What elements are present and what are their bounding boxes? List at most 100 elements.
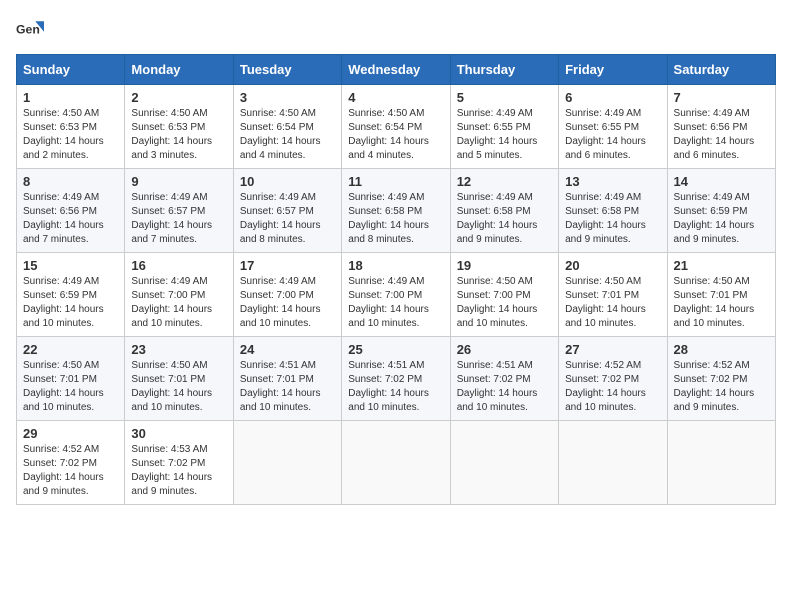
calendar-week-row: 8 Sunrise: 4:49 AM Sunset: 6:56 PM Dayli… <box>17 169 776 253</box>
day-number: 14 <box>674 174 769 189</box>
day-number: 5 <box>457 90 552 105</box>
day-cell-30: 30 Sunrise: 4:53 AM Sunset: 7:02 PM Dayl… <box>125 421 233 505</box>
calendar-header-row: SundayMondayTuesdayWednesdayThursdayFrid… <box>17 55 776 85</box>
day-number: 4 <box>348 90 443 105</box>
day-number: 22 <box>23 342 118 357</box>
day-info: Sunrise: 4:50 AM Sunset: 6:53 PM Dayligh… <box>23 107 118 163</box>
day-cell-10: 10 Sunrise: 4:49 AM Sunset: 6:57 PM Dayl… <box>233 169 341 253</box>
day-info: Sunrise: 4:49 AM Sunset: 6:58 PM Dayligh… <box>348 191 443 247</box>
logo-icon: Gen <box>16 16 44 44</box>
day-info: Sunrise: 4:49 AM Sunset: 6:57 PM Dayligh… <box>240 191 335 247</box>
day-cell-26: 26 Sunrise: 4:51 AM Sunset: 7:02 PM Dayl… <box>450 337 558 421</box>
day-cell-6: 6 Sunrise: 4:49 AM Sunset: 6:55 PM Dayli… <box>559 85 667 169</box>
day-number: 18 <box>348 258 443 273</box>
day-number: 2 <box>131 90 226 105</box>
day-info: Sunrise: 4:52 AM Sunset: 7:02 PM Dayligh… <box>674 359 769 415</box>
day-cell-29: 29 Sunrise: 4:52 AM Sunset: 7:02 PM Dayl… <box>17 421 125 505</box>
day-number: 30 <box>131 426 226 441</box>
day-cell-22: 22 Sunrise: 4:50 AM Sunset: 7:01 PM Dayl… <box>17 337 125 421</box>
svg-text:Gen: Gen <box>16 23 40 37</box>
day-cell-13: 13 Sunrise: 4:49 AM Sunset: 6:58 PM Dayl… <box>559 169 667 253</box>
day-info: Sunrise: 4:50 AM Sunset: 7:01 PM Dayligh… <box>565 275 660 331</box>
empty-cell <box>559 421 667 505</box>
page-header: Gen <box>16 16 776 44</box>
day-number: 21 <box>674 258 769 273</box>
day-cell-16: 16 Sunrise: 4:49 AM Sunset: 7:00 PM Dayl… <box>125 253 233 337</box>
empty-cell <box>233 421 341 505</box>
day-info: Sunrise: 4:49 AM Sunset: 6:56 PM Dayligh… <box>23 191 118 247</box>
day-number: 1 <box>23 90 118 105</box>
day-cell-21: 21 Sunrise: 4:50 AM Sunset: 7:01 PM Dayl… <box>667 253 775 337</box>
calendar-table: SundayMondayTuesdayWednesdayThursdayFrid… <box>16 54 776 505</box>
day-cell-3: 3 Sunrise: 4:50 AM Sunset: 6:54 PM Dayli… <box>233 85 341 169</box>
header-friday: Friday <box>559 55 667 85</box>
day-number: 29 <box>23 426 118 441</box>
day-info: Sunrise: 4:49 AM Sunset: 6:56 PM Dayligh… <box>674 107 769 163</box>
day-number: 7 <box>674 90 769 105</box>
day-info: Sunrise: 4:50 AM Sunset: 7:00 PM Dayligh… <box>457 275 552 331</box>
day-cell-20: 20 Sunrise: 4:50 AM Sunset: 7:01 PM Dayl… <box>559 253 667 337</box>
day-number: 28 <box>674 342 769 357</box>
day-cell-12: 12 Sunrise: 4:49 AM Sunset: 6:58 PM Dayl… <box>450 169 558 253</box>
day-cell-9: 9 Sunrise: 4:49 AM Sunset: 6:57 PM Dayli… <box>125 169 233 253</box>
day-cell-17: 17 Sunrise: 4:49 AM Sunset: 7:00 PM Dayl… <box>233 253 341 337</box>
day-info: Sunrise: 4:49 AM Sunset: 6:55 PM Dayligh… <box>565 107 660 163</box>
header-monday: Monday <box>125 55 233 85</box>
day-cell-5: 5 Sunrise: 4:49 AM Sunset: 6:55 PM Dayli… <box>450 85 558 169</box>
day-cell-19: 19 Sunrise: 4:50 AM Sunset: 7:00 PM Dayl… <box>450 253 558 337</box>
empty-cell <box>667 421 775 505</box>
day-number: 24 <box>240 342 335 357</box>
day-info: Sunrise: 4:49 AM Sunset: 6:57 PM Dayligh… <box>131 191 226 247</box>
day-info: Sunrise: 4:49 AM Sunset: 6:59 PM Dayligh… <box>674 191 769 247</box>
day-cell-28: 28 Sunrise: 4:52 AM Sunset: 7:02 PM Dayl… <box>667 337 775 421</box>
empty-cell <box>342 421 450 505</box>
day-cell-1: 1 Sunrise: 4:50 AM Sunset: 6:53 PM Dayli… <box>17 85 125 169</box>
logo: Gen <box>16 16 48 44</box>
header-sunday: Sunday <box>17 55 125 85</box>
empty-cell <box>450 421 558 505</box>
day-info: Sunrise: 4:50 AM Sunset: 6:54 PM Dayligh… <box>348 107 443 163</box>
day-number: 17 <box>240 258 335 273</box>
day-number: 19 <box>457 258 552 273</box>
day-number: 10 <box>240 174 335 189</box>
day-info: Sunrise: 4:50 AM Sunset: 7:01 PM Dayligh… <box>131 359 226 415</box>
day-info: Sunrise: 4:50 AM Sunset: 6:53 PM Dayligh… <box>131 107 226 163</box>
day-info: Sunrise: 4:51 AM Sunset: 7:02 PM Dayligh… <box>348 359 443 415</box>
day-cell-25: 25 Sunrise: 4:51 AM Sunset: 7:02 PM Dayl… <box>342 337 450 421</box>
day-info: Sunrise: 4:49 AM Sunset: 6:58 PM Dayligh… <box>457 191 552 247</box>
day-number: 27 <box>565 342 660 357</box>
day-info: Sunrise: 4:49 AM Sunset: 6:58 PM Dayligh… <box>565 191 660 247</box>
day-cell-7: 7 Sunrise: 4:49 AM Sunset: 6:56 PM Dayli… <box>667 85 775 169</box>
day-number: 25 <box>348 342 443 357</box>
day-cell-24: 24 Sunrise: 4:51 AM Sunset: 7:01 PM Dayl… <box>233 337 341 421</box>
day-cell-23: 23 Sunrise: 4:50 AM Sunset: 7:01 PM Dayl… <box>125 337 233 421</box>
day-number: 3 <box>240 90 335 105</box>
day-cell-8: 8 Sunrise: 4:49 AM Sunset: 6:56 PM Dayli… <box>17 169 125 253</box>
day-cell-27: 27 Sunrise: 4:52 AM Sunset: 7:02 PM Dayl… <box>559 337 667 421</box>
calendar-week-row: 15 Sunrise: 4:49 AM Sunset: 6:59 PM Dayl… <box>17 253 776 337</box>
day-info: Sunrise: 4:53 AM Sunset: 7:02 PM Dayligh… <box>131 443 226 499</box>
day-cell-15: 15 Sunrise: 4:49 AM Sunset: 6:59 PM Dayl… <box>17 253 125 337</box>
day-info: Sunrise: 4:52 AM Sunset: 7:02 PM Dayligh… <box>565 359 660 415</box>
day-number: 26 <box>457 342 552 357</box>
day-info: Sunrise: 4:50 AM Sunset: 6:54 PM Dayligh… <box>240 107 335 163</box>
day-info: Sunrise: 4:50 AM Sunset: 7:01 PM Dayligh… <box>23 359 118 415</box>
header-tuesday: Tuesday <box>233 55 341 85</box>
day-number: 16 <box>131 258 226 273</box>
day-info: Sunrise: 4:51 AM Sunset: 7:01 PM Dayligh… <box>240 359 335 415</box>
day-number: 6 <box>565 90 660 105</box>
header-saturday: Saturday <box>667 55 775 85</box>
header-thursday: Thursday <box>450 55 558 85</box>
calendar-week-row: 29 Sunrise: 4:52 AM Sunset: 7:02 PM Dayl… <box>17 421 776 505</box>
day-info: Sunrise: 4:49 AM Sunset: 7:00 PM Dayligh… <box>348 275 443 331</box>
day-cell-18: 18 Sunrise: 4:49 AM Sunset: 7:00 PM Dayl… <box>342 253 450 337</box>
day-info: Sunrise: 4:51 AM Sunset: 7:02 PM Dayligh… <box>457 359 552 415</box>
day-number: 12 <box>457 174 552 189</box>
day-info: Sunrise: 4:52 AM Sunset: 7:02 PM Dayligh… <box>23 443 118 499</box>
day-info: Sunrise: 4:50 AM Sunset: 7:01 PM Dayligh… <box>674 275 769 331</box>
day-number: 9 <box>131 174 226 189</box>
day-info: Sunrise: 4:49 AM Sunset: 6:55 PM Dayligh… <box>457 107 552 163</box>
day-number: 11 <box>348 174 443 189</box>
calendar-week-row: 1 Sunrise: 4:50 AM Sunset: 6:53 PM Dayli… <box>17 85 776 169</box>
day-cell-2: 2 Sunrise: 4:50 AM Sunset: 6:53 PM Dayli… <box>125 85 233 169</box>
